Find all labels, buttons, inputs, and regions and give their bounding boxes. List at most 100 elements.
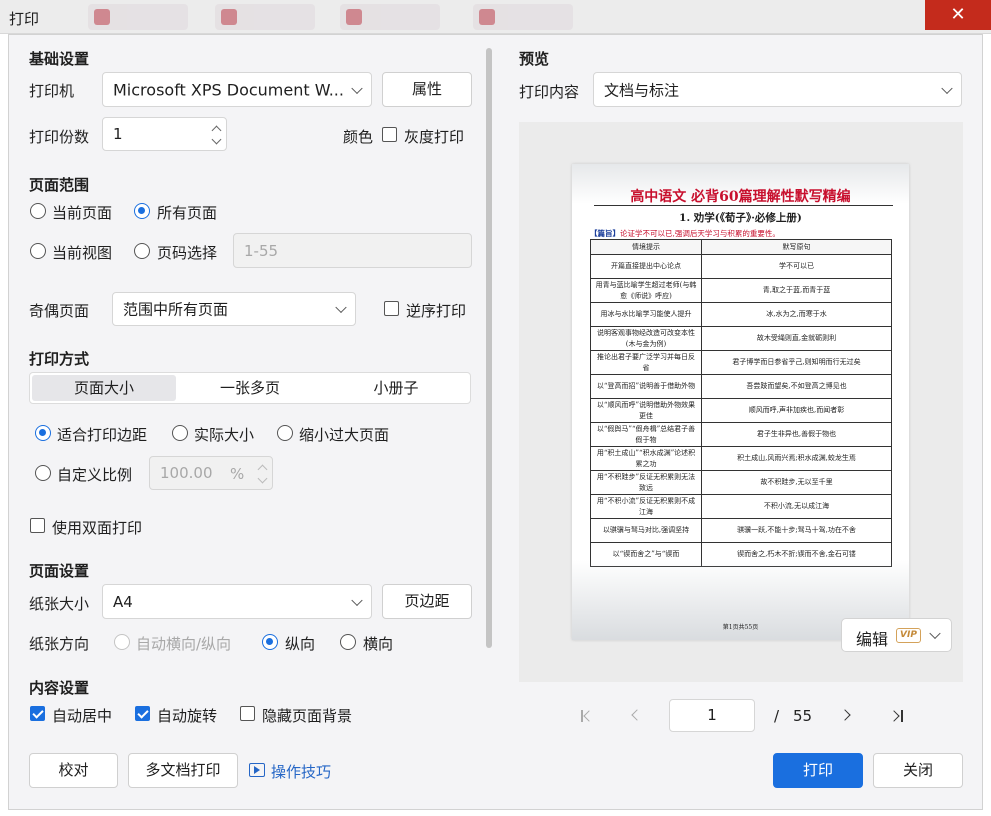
quote-cell: 冰,水为之,而寒于水 [701,302,892,327]
auto-rotate-checkbox[interactable] [135,706,150,721]
grayscale-checkbox[interactable] [382,127,397,142]
settings-scrollbar[interactable] [486,48,492,648]
copies-stepper[interactable]: 1 [102,117,227,151]
scale-unit: % [230,465,245,483]
custom-scale-stepper[interactable]: 100.00 % [149,456,273,490]
table-row: 用“不积小流”反证无积累则不成江海 不积小流,无以成江海 [590,494,892,519]
tips-label: 操作技巧 [271,763,332,781]
auto-orientation-radio[interactable] [114,634,130,650]
decrement-icon[interactable] [211,134,222,145]
current-page-radio[interactable] [30,203,46,219]
shrink-large-radio[interactable] [277,425,293,441]
margins-button[interactable]: 页边距 [382,584,472,619]
hint-cell: 用青与蓝比喻学生超过老师(与韩愈《师说》呼应) [590,278,702,303]
decrement-icon[interactable] [257,473,268,484]
doc-rule [594,205,893,206]
duplex-label: 使用双面打印 [52,519,143,537]
page-select-radio[interactable] [134,243,150,259]
close-window-button[interactable]: ✕ [925,0,991,30]
tab-booklet[interactable]: 小册子 [324,375,468,401]
table-row: 以“假舆马”“假舟楫”总结君子善假于物 君子生非异也,善假于物也 [590,422,892,447]
chevron-down-icon [941,82,953,94]
current-view-radio[interactable] [30,243,46,259]
printer-select[interactable]: Microsoft XPS Document W... [102,72,372,107]
page-range-input[interactable]: 1-55 [233,233,472,268]
hide-bg-checkbox[interactable] [240,706,255,721]
chevron-down-icon [351,82,363,94]
quote-cell: 君子生非异也,善假于物也 [701,422,892,447]
duplex-checkbox[interactable] [30,518,45,533]
quote-cell: 积土成山,风雨兴焉;积水成渊,蛟龙生焉 [701,446,892,471]
custom-scale-radio[interactable] [35,465,51,481]
table-row: 用冰与水比喻学习能使人提升 冰,水为之,而寒于水 [590,302,892,327]
landscape-radio[interactable] [340,634,356,650]
chevron-down-icon [351,594,363,606]
actual-size-radio[interactable] [172,425,188,441]
title-bar: 打印 ✕ [0,0,991,34]
hint-cell: 以骐骥与驽马对比,强调坚持 [590,518,702,543]
current-page-label: 当前页面 [52,204,113,222]
odd-even-select[interactable]: 范围中所有页面 [112,292,356,326]
hint-cell: 用“不积跬步”反证无积累则无法致远 [590,470,702,495]
printer-value: Microsoft XPS Document W... [113,80,344,99]
copies-label: 打印份数 [29,128,90,146]
print-content-select[interactable]: 文档与标注 [593,72,962,107]
page-select-label: 页码选择 [157,244,218,262]
proofread-button[interactable]: 校对 [29,753,118,788]
table-row: 用青与蓝比喻学生超过老师(与韩愈《师说》呼应) 青,取之于蓝,而青于蓝 [590,278,892,303]
quote-cell: 君子博学而日参省乎己,则知明而行无过矣 [701,350,892,375]
copies-value: 1 [113,125,123,143]
table-header-row: 情境提示 默写原句 [590,239,892,255]
doc-note-tag: 【篇旨】 [590,229,620,238]
doc-note-text: 论证学不可以已,强调后天学习与积累的重要性。 [620,229,780,238]
hint-cell: 用“积土成山”“积水成渊”论述积累之功 [590,446,702,471]
tab-page-size[interactable]: 页面大小 [32,375,176,401]
multi-doc-print-button[interactable]: 多文档打印 [128,753,238,788]
doc-note: 【篇旨】论证学不可以已,强调后天学习与积累的重要性。 [590,228,780,239]
hint-cell: 说明客观事物经改造可改变本性(木与金为例) [590,326,702,351]
paper-size-label: 纸张大小 [29,595,90,613]
doc-table: 情境提示 默写原句 开篇直接提出中心论点 学不可以已 用青与蓝比喻学生超过老师(与韩… [590,239,892,567]
landscape-label: 横向 [363,635,394,653]
quote-cell: 骐骥一跃,不能十步;驽马十驾,功在不舍 [701,518,892,543]
print-button[interactable]: 打印 [773,753,863,788]
printer-label: 打印机 [29,82,75,100]
properties-button[interactable]: 属性 [382,72,472,107]
quote-cell: 不积小流,无以成江海 [701,494,892,519]
print-mode-tabs: 页面大小 一张多页 小册子 [29,372,471,404]
grayscale-label: 灰度打印 [404,128,465,146]
preview-page: 高中语文 必背60篇理解性默写精编 1. 劝学(《荀子》·必修上册) 【篇旨】论… [572,164,909,640]
table-row: 用“积土成山”“积水成渊”论述积累之功 积土成山,风雨兴焉;积水成渊,蛟龙生焉 [590,446,892,471]
paper-size-select[interactable]: A4 [102,584,372,619]
edit-button[interactable]: 编辑 VIP [841,618,952,652]
auto-center-checkbox[interactable] [30,706,45,721]
tab-multi-page[interactable]: 一张多页 [178,375,322,401]
table-row: 推论出君子要广泛学习并每日反省 君子博学而日参省乎己,则知明而行无过矣 [590,350,892,375]
quote-cell: 青,取之于蓝,而青于蓝 [701,278,892,303]
chevron-down-icon [929,627,941,640]
all-pages-radio[interactable] [134,203,150,219]
quote-cell: 顺风而呼,声非加疾也,而闻者彰 [701,398,892,423]
quote-cell: 学不可以已 [701,254,892,279]
reverse-print-checkbox[interactable] [384,301,399,316]
orientation-label: 纸张方向 [29,635,90,653]
page-number-input[interactable]: 1 [669,699,755,732]
fit-margin-radio[interactable] [35,425,51,441]
print-content-value: 文档与标注 [604,81,680,99]
quote-cell: 故不积跬步,无以至千里 [701,470,892,495]
basic-settings-heading: 基础设置 [29,50,90,68]
actual-size-label: 实际大小 [194,426,255,444]
background-tab [473,4,573,30]
portrait-radio[interactable] [262,634,278,650]
col-header: 情境提示 [590,239,702,255]
color-label: 颜色 [343,128,374,146]
last-page-icon[interactable] [888,708,905,724]
current-view-label: 当前视图 [52,244,113,262]
window-title: 打印 [9,10,40,28]
table-row: 用“不积跬步”反证无积累则无法致远 故不积跬步,无以至千里 [590,470,892,495]
table-row: 以骐骥与驽马对比,强调坚持 骐骥一跃,不能十步;驽马十驾,功在不舍 [590,518,892,543]
quote-cell: 故木受绳则直,金就砺则利 [701,326,892,351]
page-separator: / [774,707,780,725]
close-button[interactable]: 关闭 [873,753,963,788]
first-page-icon[interactable] [580,708,595,724]
